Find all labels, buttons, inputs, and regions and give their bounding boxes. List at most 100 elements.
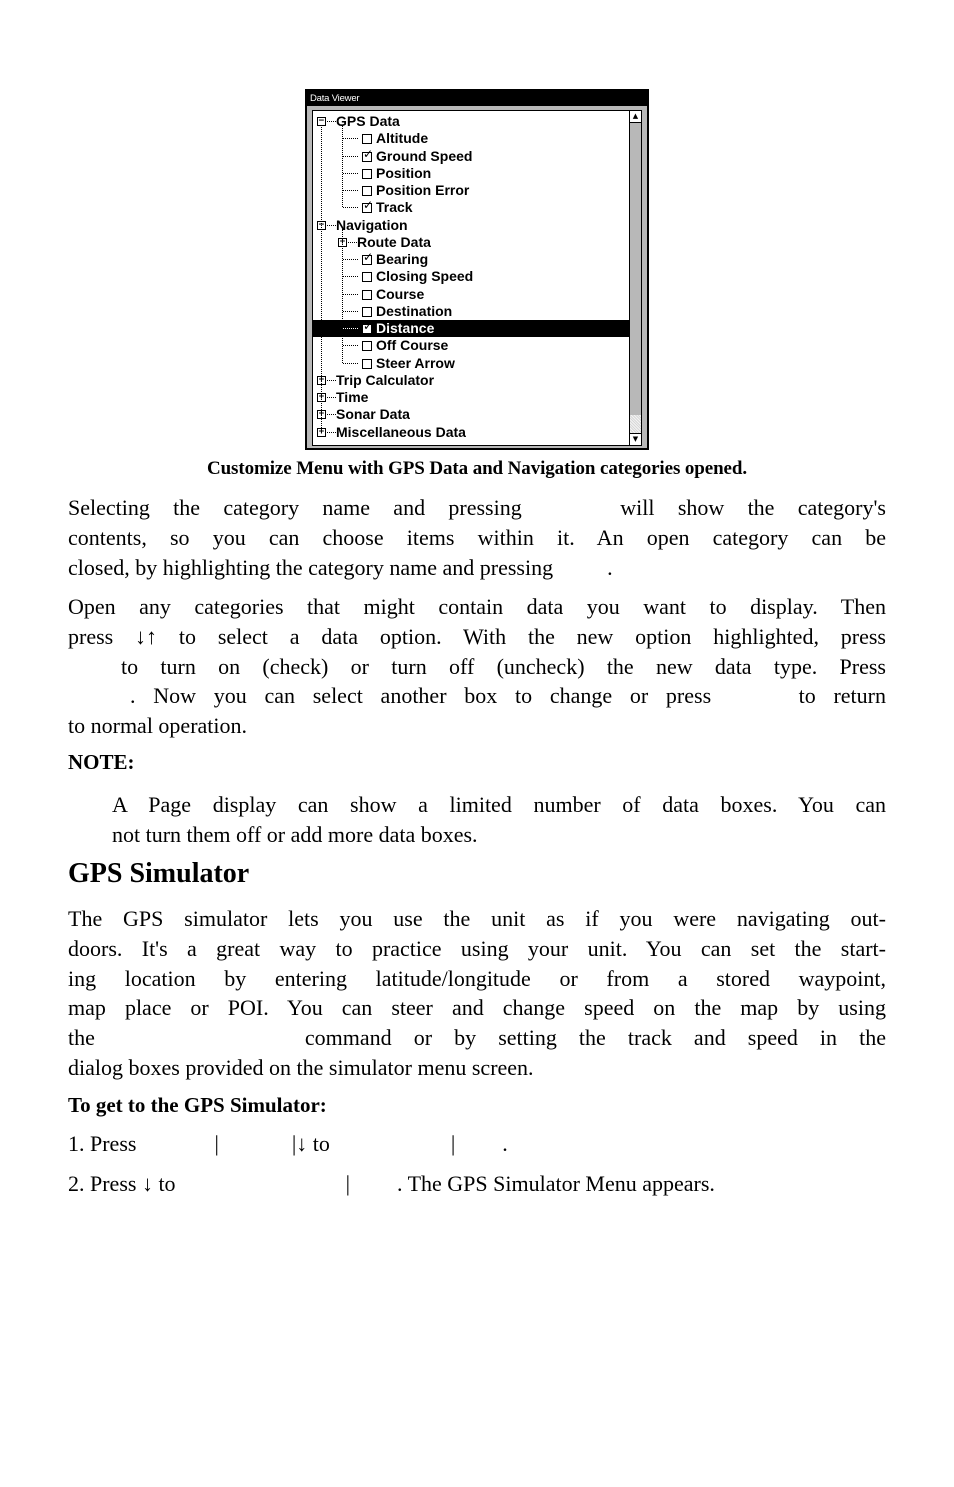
tree-connector [343, 259, 358, 260]
tree-item[interactable]: ✓ Bearing [313, 251, 631, 268]
text-line: closed, by highlighting the category nam… [68, 554, 613, 580]
section-heading: GPS Simulator [68, 858, 250, 889]
tree-guide-line [342, 228, 343, 363]
checkbox-unchecked[interactable] [362, 341, 372, 352]
tree-category[interactable]: + Miscellaneous Data [313, 424, 631, 441]
text-line: Selecting the category name and pressing… [68, 495, 886, 520]
tree-connector [343, 310, 358, 312]
text-line: Open any categories that might contain d… [68, 594, 886, 619]
tree-connector [343, 155, 358, 157]
tree-connector [327, 224, 336, 226]
tree-connector [343, 362, 358, 364]
checkbox-checked[interactable]: ✓ [362, 320, 373, 334]
tree-connector [343, 138, 358, 140]
window-title: Data Viewer [307, 91, 647, 106]
tree-connector [343, 328, 358, 329]
tree-connector [343, 172, 358, 174]
checkbox-unchecked[interactable] [362, 168, 372, 179]
text-line: dialog boxes provided on the simulator m… [68, 1054, 534, 1080]
tree-item[interactable]: Position [313, 165, 631, 182]
tree-item[interactable]: ✓ Track [313, 199, 631, 216]
scrollbar-track[interactable] [630, 415, 641, 433]
paragraph-gps-simulator: The GPS simulator lets you use the unit … [68, 904, 886, 1083]
tree-label: Ground Speed [376, 147, 473, 164]
note-label: NOTE: [68, 750, 135, 774]
text-line: map place or POI. You can steer and chan… [68, 995, 886, 1021]
checkmark-icon: ✓ [363, 198, 374, 213]
tree-label: Course [376, 285, 425, 302]
tree-item[interactable]: Altitude [313, 130, 631, 147]
data-tree-panel: − GPS Data Altitude ✓ Ground Speed Position Po… [312, 110, 642, 446]
scrollbar[interactable]: ▲ ▼ [629, 111, 641, 445]
paragraph-open-categories: Open any categories that might contain d… [68, 592, 886, 741]
tree-label: GPS Data [336, 113, 400, 129]
tree-label: Sonar Data [336, 406, 410, 423]
text-line: press ↓↑ to select a data option. With t… [68, 623, 886, 649]
tree-connector [343, 293, 358, 295]
checkmark-icon: ✓ [363, 250, 374, 264]
tree-item[interactable]: Off Course [313, 337, 631, 354]
tree-item[interactable]: Destination [313, 303, 631, 320]
tree-category[interactable]: + Trip Calculator [313, 372, 631, 389]
tree-item[interactable]: Course [313, 286, 631, 303]
procedure-step-2: 2. Press ↓ to |. The GPS Simulator Menu a… [68, 1171, 715, 1196]
text-line: The GPS simulator lets you use the unit … [68, 906, 886, 931]
checkmark-icon: ✓ [363, 319, 374, 333]
text-line: to turn on (check) or turn off (uncheck)… [121, 653, 886, 679]
tree-label: Steer Arrow [376, 354, 455, 371]
tree-connector [327, 397, 336, 398]
checkmark-icon: ✓ [363, 146, 374, 161]
paragraph-category-selection: Selecting the category name and pressing… [68, 493, 886, 582]
tree-label: Time [336, 389, 369, 405]
data-viewer-screenshot: Data Viewer − GPS Data Altitude ✓ Ground Spe… [305, 89, 649, 450]
tree-item[interactable]: Steer Arrow [313, 355, 631, 372]
checkbox-checked[interactable]: ✓ [362, 251, 373, 265]
data-tree: − GPS Data Altitude ✓ Ground Speed Position Po… [313, 113, 631, 441]
checkbox-unchecked[interactable] [362, 186, 372, 196]
checkbox-checked[interactable]: ✓ [362, 199, 373, 214]
tree-connector [343, 190, 358, 191]
tree-item[interactable]: Position Error [313, 182, 631, 199]
text-line: . Now you can select another box to chan… [130, 683, 886, 709]
scroll-up-arrow-icon[interactable]: ▲ [630, 111, 641, 123]
checkbox-checked[interactable]: ✓ [362, 148, 373, 162]
tree-guide-line [342, 125, 343, 208]
tree-connector [348, 241, 357, 243]
tree-label: Track [376, 199, 413, 216]
tree-category[interactable]: + Time [313, 389, 631, 406]
scroll-down-arrow-icon[interactable]: ▼ [630, 433, 641, 445]
tree-label: Position [376, 164, 432, 181]
tree-item[interactable]: ✓ Distance [313, 320, 631, 338]
tree-category[interactable]: + Sonar Data [313, 406, 631, 423]
text-line: the command or by setting the track and s… [68, 1025, 886, 1051]
tree-label: Bearing [376, 251, 429, 267]
tree-label: Destination [376, 302, 453, 319]
checkbox-unchecked[interactable] [362, 306, 372, 317]
checkbox-unchecked[interactable] [362, 134, 372, 145]
tree-label: Off Course [376, 337, 449, 354]
tree-label: Altitude [376, 130, 429, 147]
tree-guide-line [321, 125, 322, 432]
checkbox-unchecked[interactable] [362, 358, 372, 369]
tree-category[interactable]: − GPS Data [313, 113, 631, 130]
tree-label: Position Error [376, 182, 470, 198]
tree-category[interactable]: − Navigation [313, 217, 631, 234]
tree-category[interactable]: + Route Data [313, 234, 631, 251]
scrollbar-thumb[interactable] [630, 123, 641, 415]
checkbox-unchecked[interactable] [362, 289, 372, 300]
procedure-step-1: 1. Press | |↓ to |. [68, 1131, 508, 1156]
tree-connector [327, 431, 336, 433]
tree-item[interactable]: ✓ Ground Speed [313, 148, 631, 165]
figure-caption: Customize Menu with GPS Data and Navigat… [206, 458, 748, 479]
tree-connector [327, 121, 336, 122]
text-line: contents, so you can choose items within… [68, 524, 886, 550]
procedure-heading: To get to the GPS Simulator: [68, 1093, 327, 1117]
checkbox-unchecked[interactable] [362, 272, 372, 283]
tree-label: Navigation [336, 216, 408, 233]
tree-item[interactable]: Closing Speed [313, 268, 631, 285]
tree-connector [343, 276, 358, 278]
text-line: to normal operation. [68, 713, 248, 739]
tree-label: Closing Speed [376, 268, 474, 285]
note-body: A Page display can show a limited number… [112, 790, 886, 850]
tree-label: Miscellaneous Data [336, 423, 466, 440]
